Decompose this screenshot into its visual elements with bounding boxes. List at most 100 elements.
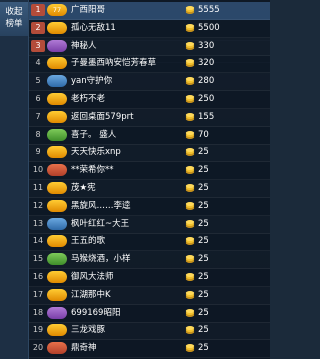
collapse-ranking-button[interactable]: 收起榜单: [0, 2, 28, 36]
collapse-ranking-label: 收起榜单: [5, 7, 23, 29]
ranking-row[interactable]: 20 鼎奇神 25: [29, 340, 270, 359]
user-name[interactable]: 三龙戏豚: [71, 324, 177, 337]
user-name[interactable]: 枫叶红红~大王: [71, 218, 177, 231]
contribution-score: 5500: [198, 22, 220, 33]
ranking-row[interactable]: 10 **荣希你** 25: [29, 162, 270, 181]
rank-number: 3: [31, 39, 45, 52]
user-level-badge: [47, 235, 67, 248]
contribution-score: 25: [198, 218, 209, 229]
user-name[interactable]: 御风大法师: [71, 271, 177, 284]
user-level-badge: [47, 271, 67, 283]
user-name[interactable]: 天天快乐xnp: [71, 146, 177, 159]
user-name[interactable]: 699169昭阳: [71, 307, 177, 320]
coin-icon: [185, 23, 195, 33]
user-level-badge: [47, 306, 67, 319]
contribution-score: 25: [198, 325, 209, 336]
coin-icon: [185, 147, 195, 157]
user-name[interactable]: 王五的歌: [71, 235, 177, 248]
coin-icon: [185, 308, 195, 318]
user-level-badge: [47, 110, 67, 123]
user-name[interactable]: 黑旋风……李逵: [71, 200, 177, 213]
coin-icon: [185, 58, 195, 68]
user-name[interactable]: 老朽不老: [71, 93, 177, 106]
user-level-badge: [47, 93, 67, 105]
user-level-badge: [47, 39, 67, 52]
user-name[interactable]: 喜子。 盛人: [71, 129, 177, 142]
coin-icon: [185, 290, 195, 300]
coin-icon: [185, 254, 195, 264]
user-name[interactable]: 鼎奇神: [71, 342, 177, 355]
rank-number: 15: [32, 254, 44, 264]
rank-number: 14: [32, 236, 44, 246]
contribution-score: 25: [198, 147, 209, 158]
user-level-badge: [47, 75, 67, 88]
contribution-score: 70: [198, 129, 209, 140]
ranking-row[interactable]: 3 神秘人 330: [29, 38, 270, 56]
rank-number: 12: [32, 200, 44, 210]
coin-icon: [185, 343, 195, 353]
contribution-score: 25: [198, 236, 209, 247]
rank-number: 13: [32, 218, 44, 228]
user-level-badge: [47, 128, 67, 141]
ranking-row[interactable]: 5 yan守护你 280: [29, 73, 270, 92]
ranking-row[interactable]: 11 茂★宪 25: [29, 180, 270, 198]
contribution-score: 320: [198, 58, 215, 69]
user-name[interactable]: 江湖那中K: [71, 289, 177, 302]
rank-number: 6: [35, 94, 41, 103]
ranking-row[interactable]: 17 江湖那中K 25: [29, 287, 270, 305]
contribution-score: 155: [198, 111, 215, 122]
contribution-score: 25: [198, 307, 209, 318]
rank-number: 4: [35, 58, 41, 68]
user-level-badge: [47, 342, 67, 355]
ranking-row[interactable]: 18 699169昭阳 25: [29, 305, 270, 323]
coin-icon: [185, 112, 195, 122]
ranking-row[interactable]: 9 天天快乐xnp 25: [29, 144, 270, 163]
ranking-row[interactable]: 15 马猴烧酒，小样 25: [29, 251, 270, 270]
coin-icon: [185, 130, 195, 140]
user-name[interactable]: 马猴烧酒，小样: [71, 253, 177, 266]
rank-number: 10: [32, 165, 44, 175]
ranking-row[interactable]: 13 枫叶红红~大王 25: [29, 216, 270, 234]
user-level-badge: [47, 164, 67, 177]
user-level-badge: [47, 217, 67, 230]
ranking-list: 1 77 广西阳哥 5555 2 孤心无敌11 5500 3 神秘人 330 4 子曼墨西吶安恺芳春草…: [29, 0, 270, 359]
ranking-row[interactable]: 7 返回桌面579prt 155: [29, 109, 270, 127]
contribution-score: 25: [198, 183, 209, 193]
ranking-row[interactable]: 8 喜子。 盛人 70: [29, 127, 270, 145]
coin-icon: [185, 165, 195, 175]
coin-icon: [185, 94, 195, 104]
user-level-badge: [47, 288, 67, 301]
ranking-row[interactable]: 1 77 广西阳哥 5555: [29, 2, 270, 20]
user-name[interactable]: **荣希你**: [71, 164, 177, 177]
ranking-row[interactable]: 4 子曼墨西吶安恺芳春草 320: [29, 55, 270, 74]
ranking-row[interactable]: 14 王五的歌 25: [29, 233, 270, 252]
coin-icon: [185, 41, 195, 51]
contribution-score: 250: [198, 94, 215, 104]
user-level-badge: [47, 146, 67, 159]
user-level-badge: [47, 182, 67, 194]
ranking-row[interactable]: 16 御风大法师 25: [29, 269, 270, 287]
ranking-row[interactable]: 6 老朽不老 250: [29, 91, 270, 109]
user-name[interactable]: yan守护你: [71, 75, 177, 88]
rank-number: 7: [35, 111, 41, 121]
user-name[interactable]: 返回桌面579prt: [71, 111, 177, 124]
user-name[interactable]: 孤心无敌11: [71, 22, 177, 35]
user-name[interactable]: 茂★宪: [71, 182, 177, 195]
coin-icon: [185, 183, 195, 193]
rank-number: 19: [32, 325, 44, 335]
user-name[interactable]: 神秘人: [71, 40, 177, 53]
ranking-row[interactable]: 19 三龙戏豚 25: [29, 322, 270, 341]
ranking-row[interactable]: 12 黑旋风……李逵 25: [29, 198, 270, 216]
rank-number: 11: [32, 183, 44, 192]
rank-number: 17: [32, 289, 44, 299]
rank-number: 2: [31, 21, 45, 34]
coin-icon: [185, 201, 195, 211]
user-level-badge: [47, 21, 67, 34]
contribution-score: 25: [198, 272, 209, 282]
user-name[interactable]: 广西阳哥: [71, 4, 177, 17]
user-name[interactable]: 子曼墨西吶安恺芳春草: [71, 57, 177, 70]
ranking-side-tab: 收起榜单: [0, 0, 29, 359]
user-level-badge: [47, 253, 67, 266]
ranking-row[interactable]: 2 孤心无敌11 5500: [29, 20, 270, 38]
contribution-score: 25: [198, 343, 209, 354]
